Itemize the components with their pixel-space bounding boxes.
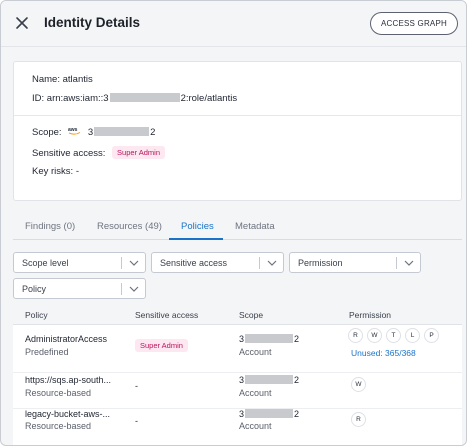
filter-separator [396, 257, 397, 269]
permission-filter[interactable]: Permission [289, 252, 421, 273]
permission-chip-read: R [351, 412, 366, 427]
column-scope[interactable]: Scope [239, 310, 263, 320]
active-tab-indicator [169, 238, 223, 240]
scope-id: 32 [239, 334, 299, 344]
permission-chip-list: L [405, 328, 420, 343]
redacted-mask [245, 409, 294, 418]
key-risks-line: Key risks: - [32, 166, 79, 177]
scope-level-filter[interactable]: Scope level [13, 252, 146, 273]
close-icon[interactable] [13, 14, 31, 32]
filter-label: Permission [298, 258, 343, 268]
policy-name[interactable]: legacy-bucket-aws-... [25, 409, 110, 419]
chevron-down-icon [404, 260, 414, 266]
svg-text:aws: aws [68, 127, 78, 133]
tab-resources[interactable]: Resources (49) [97, 221, 162, 232]
super-admin-badge: Super Admin [135, 339, 188, 352]
policy-type: Predefined [25, 347, 69, 357]
policies-table-body: AdministratorAccess Predefined Super Adm… [13, 325, 462, 445]
filter-separator [259, 257, 260, 269]
chevron-down-icon [129, 286, 139, 292]
name-value: atlantis [62, 74, 93, 85]
permission-chip-tagging: T [386, 328, 401, 343]
aws-logo: aws [68, 127, 81, 135]
sensitive-access-label: Sensitive access: [32, 148, 106, 159]
identity-details-panel: Identity Details ACCESS GRAPH Name: atla… [0, 0, 467, 446]
chevron-down-icon [129, 260, 139, 266]
tab-findings[interactable]: Findings (0) [25, 221, 75, 232]
scope-id-prefix: 3 [239, 375, 245, 385]
key-risks-value: - [75, 166, 79, 177]
filter-separator [121, 283, 122, 295]
redacted-mask [94, 127, 150, 136]
column-sensitive-access[interactable]: Sensitive access [135, 310, 198, 320]
filter-separator [121, 257, 122, 269]
id-label: ID: [32, 93, 45, 104]
scope-value-prefix: 3 [87, 127, 94, 138]
scope-type: Account [239, 421, 272, 431]
tab-policies[interactable]: Policies [181, 221, 214, 232]
scope-type: Account [239, 347, 272, 357]
sensitive-access-filter[interactable]: Sensitive access [151, 252, 284, 273]
permission-chip-write: W [367, 328, 382, 343]
chevron-down-icon [267, 260, 277, 266]
permission-chip-read: R [348, 328, 363, 343]
permission-chip-permissions: P [424, 328, 439, 343]
unused-permissions-link[interactable]: Unused: 365/368 [351, 348, 416, 358]
card-divider [14, 115, 461, 116]
table-row[interactable]: legacy-bucket-aws-... Resource-based - 3… [13, 409, 462, 445]
policy-type: Resource-based [25, 421, 92, 431]
id-line: ID: arn:aws:iam::3 2:role/atlantis [32, 93, 237, 104]
redacted-mask [245, 334, 294, 343]
super-admin-badge: Super Admin [112, 146, 165, 159]
panel-header: Identity Details ACCESS GRAPH [1, 1, 466, 47]
id-value-suffix: 2:role/atlantis [180, 93, 238, 104]
scope-label: Scope: [32, 127, 62, 138]
sensitive-access-line: Sensitive access: Super Admin [32, 146, 165, 159]
identity-summary-card: Name: atlantis ID: arn:aws:iam::3 2:role/… [13, 61, 462, 201]
filter-label: Policy [22, 284, 47, 294]
policy-type: Resource-based [25, 388, 92, 398]
scope-value-suffix: 2 [150, 127, 156, 138]
table-row[interactable]: AdministratorAccess Predefined Super Adm… [13, 325, 462, 373]
scope-id-suffix: 2 [294, 375, 300, 385]
scope-type: Account [239, 388, 272, 398]
scope-id-suffix: 2 [294, 334, 300, 344]
policies-table-header: Policy Sensitive access Scope Permission [13, 303, 462, 325]
page-title: Identity Details [44, 15, 141, 30]
scope-id-suffix: 2 [294, 409, 300, 419]
filter-label: Sensitive access [160, 258, 228, 268]
scope-id-prefix: 3 [239, 334, 245, 344]
name-line: Name: atlantis [32, 74, 93, 85]
detail-tabs: Findings (0) Resources (49) Policies Met… [13, 213, 462, 240]
access-graph-button[interactable]: ACCESS GRAPH [370, 12, 458, 35]
policy-name[interactable]: AdministratorAccess [25, 334, 107, 344]
policy-name[interactable]: https://sqs.ap-south... [25, 375, 111, 385]
sensitive-access-value: - [135, 381, 138, 391]
scope-line: Scope: aws 3 2 [32, 126, 155, 138]
id-value-prefix: arn:aws:iam::3 [46, 93, 109, 104]
redacted-mask [245, 375, 294, 384]
sensitive-access-value: - [135, 416, 138, 426]
redacted-mask [109, 93, 180, 102]
column-permission[interactable]: Permission [349, 310, 391, 320]
name-label: Name: [32, 74, 60, 85]
scope-id-prefix: 3 [239, 409, 245, 419]
tab-metadata[interactable]: Metadata [235, 221, 275, 232]
key-risks-label: Key risks: [32, 166, 74, 177]
policy-filter[interactable]: Policy [13, 278, 146, 299]
column-policy[interactable]: Policy [25, 310, 48, 320]
filter-label: Scope level [22, 258, 69, 268]
table-row[interactable]: https://sqs.ap-south... Resource-based -… [13, 373, 462, 409]
scope-id: 32 [239, 375, 299, 385]
scope-id: 32 [239, 409, 299, 419]
permission-chip-write: W [351, 377, 366, 392]
